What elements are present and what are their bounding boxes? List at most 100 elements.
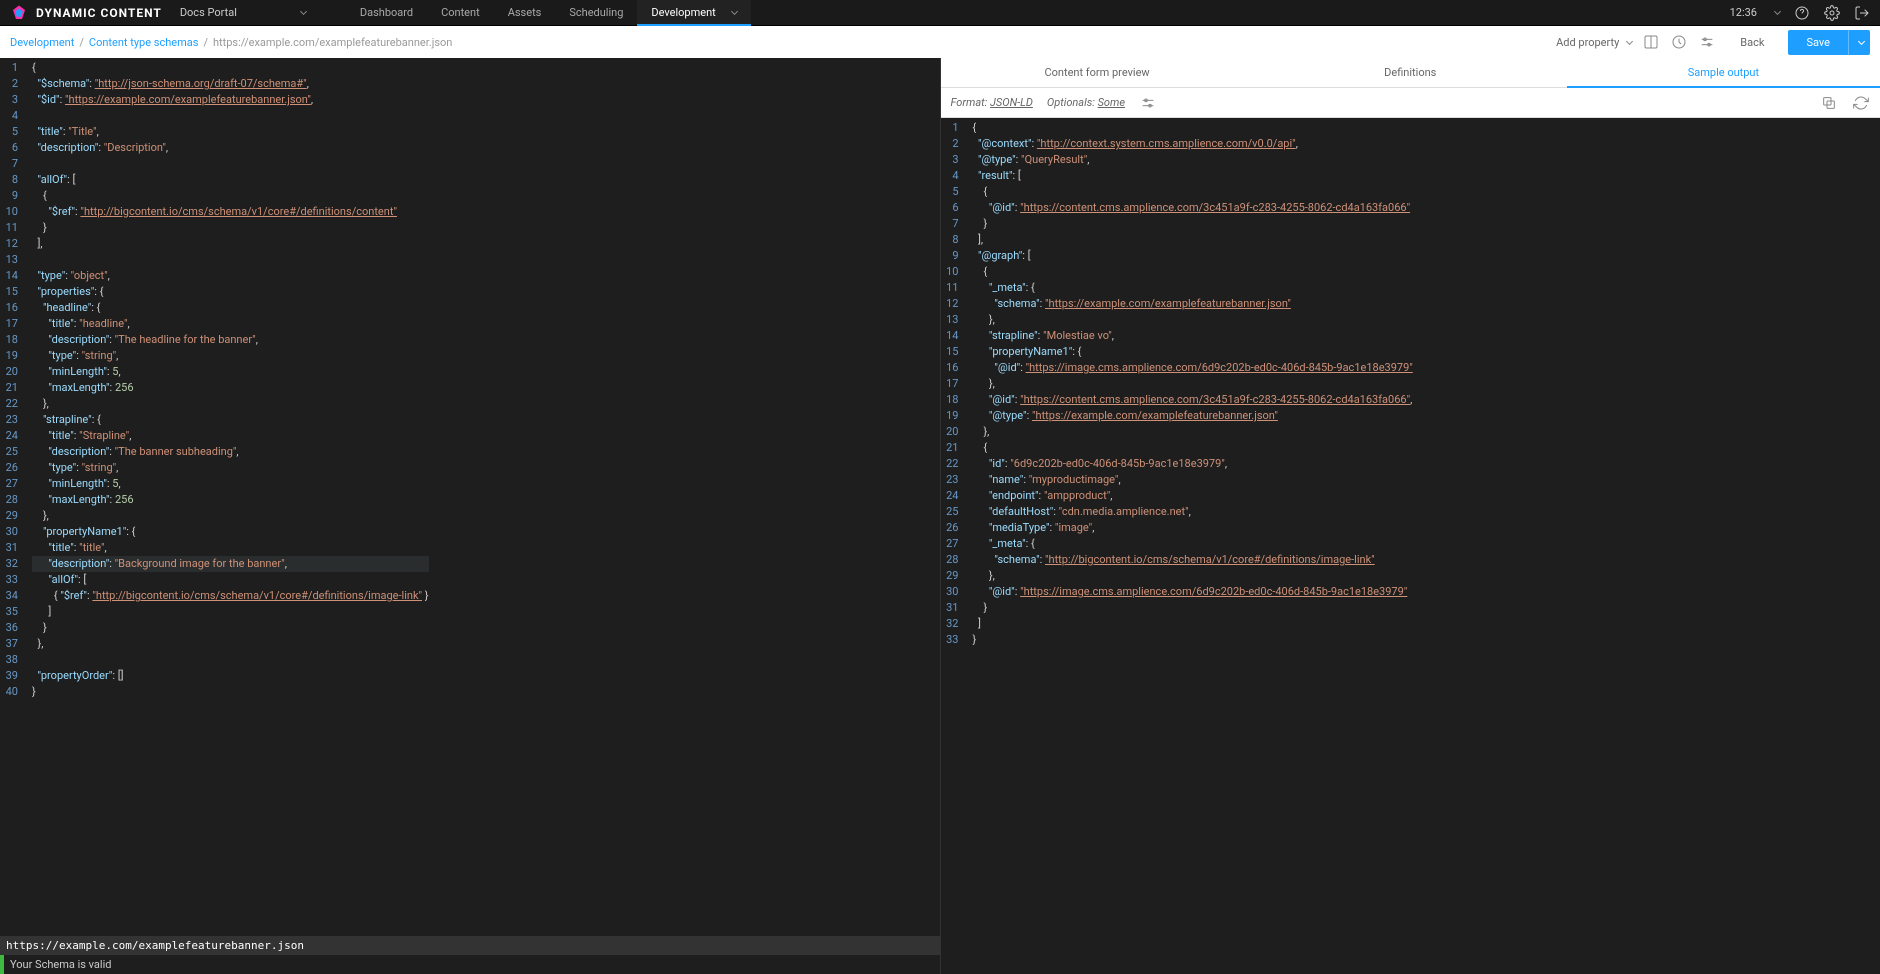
code-line[interactable]: }, bbox=[32, 508, 429, 524]
save-button[interactable]: Save bbox=[1788, 30, 1848, 55]
code-line[interactable]: "result": [ bbox=[973, 168, 1413, 184]
nav-tab-content[interactable]: Content bbox=[427, 0, 494, 26]
code-line[interactable]: "@id": "https://content.cms.amplience.co… bbox=[973, 392, 1413, 408]
code-line[interactable]: "description": "Description", bbox=[32, 140, 429, 156]
code-line[interactable]: { bbox=[973, 440, 1413, 456]
preview-tab[interactable]: Sample output bbox=[1567, 58, 1880, 88]
code-line[interactable]: "@graph": [ bbox=[973, 248, 1413, 264]
code-line[interactable]: } bbox=[973, 632, 1413, 648]
code-area[interactable]: { "$schema": "http://json-schema.org/dra… bbox=[26, 58, 429, 936]
code-line[interactable]: ] bbox=[32, 604, 429, 620]
code-line[interactable]: "type": "string", bbox=[32, 460, 429, 476]
code-line[interactable]: }, bbox=[973, 568, 1413, 584]
code-line[interactable]: "strapline": { bbox=[32, 412, 429, 428]
code-line[interactable]: "id": "6d9c202b-ed0c-406d-845b-9ac1e18e3… bbox=[973, 456, 1413, 472]
code-line[interactable]: "propertyName1": { bbox=[32, 524, 429, 540]
copy-icon[interactable] bbox=[1820, 94, 1838, 112]
preview-tab[interactable]: Definitions bbox=[1254, 58, 1567, 88]
code-line[interactable]: "type": "object", bbox=[32, 268, 429, 284]
code-line[interactable]: }, bbox=[32, 396, 429, 412]
gear-icon[interactable] bbox=[1824, 5, 1840, 21]
code-line[interactable]: } bbox=[32, 684, 429, 700]
code-line[interactable]: { "$ref": "http://bigcontent.io/cms/sche… bbox=[32, 588, 429, 604]
code-line[interactable]: "title": "Title", bbox=[32, 124, 429, 140]
sliders-icon[interactable] bbox=[1698, 33, 1716, 51]
output-editor[interactable]: 1234567891011121314151617181920212223242… bbox=[941, 118, 1880, 974]
code-line[interactable]: "propertyOrder": [] bbox=[32, 668, 429, 684]
code-line[interactable]: } bbox=[32, 620, 429, 636]
code-line[interactable]: }, bbox=[973, 312, 1413, 328]
code-line[interactable]: { bbox=[973, 184, 1413, 200]
code-line[interactable]: "description": "The headline for the ban… bbox=[32, 332, 429, 348]
code-line[interactable]: { bbox=[973, 264, 1413, 280]
code-line[interactable]: } bbox=[973, 600, 1413, 616]
code-line[interactable]: }, bbox=[973, 424, 1413, 440]
code-line[interactable] bbox=[32, 252, 429, 268]
code-line[interactable]: "title": "headline", bbox=[32, 316, 429, 332]
back-button[interactable]: Back bbox=[1726, 32, 1778, 53]
code-line[interactable]: "minLength": 5, bbox=[32, 476, 429, 492]
code-line[interactable]: "@id": "https://content.cms.amplience.co… bbox=[973, 200, 1413, 216]
schema-editor[interactable]: 1234567891011121314151617181920212223242… bbox=[0, 58, 940, 936]
logout-icon[interactable] bbox=[1854, 5, 1870, 21]
code-line[interactable]: }, bbox=[32, 636, 429, 652]
code-line[interactable]: "schema": "https://example.com/examplefe… bbox=[973, 296, 1413, 312]
nav-tab-dashboard[interactable]: Dashboard bbox=[346, 0, 427, 26]
code-line[interactable]: "description": "Background image for the… bbox=[32, 556, 429, 572]
code-line[interactable]: "endpoint": "ampproduct", bbox=[973, 488, 1413, 504]
help-icon[interactable] bbox=[1794, 5, 1810, 21]
code-line[interactable]: "_meta": { bbox=[973, 280, 1413, 296]
layout-icon[interactable] bbox=[1642, 33, 1660, 51]
code-line[interactable]: ] bbox=[973, 616, 1413, 632]
code-line[interactable]: "description": "The banner subheading", bbox=[32, 444, 429, 460]
save-dropdown[interactable] bbox=[1848, 30, 1870, 55]
code-line[interactable]: { bbox=[32, 188, 429, 204]
code-line[interactable]: "schema": "http://bigcontent.io/cms/sche… bbox=[973, 552, 1413, 568]
code-line[interactable]: "headline": { bbox=[32, 300, 429, 316]
code-line[interactable]: }, bbox=[973, 376, 1413, 392]
code-line[interactable]: { bbox=[973, 120, 1413, 136]
code-line[interactable]: "propertyName1": { bbox=[973, 344, 1413, 360]
code-line[interactable]: "$ref": "http://bigcontent.io/cms/schema… bbox=[32, 204, 429, 220]
code-line[interactable]: "@type": "QueryResult", bbox=[973, 152, 1413, 168]
sliders-icon[interactable] bbox=[1139, 94, 1157, 112]
add-property-dropdown[interactable]: Add property bbox=[1556, 36, 1632, 49]
code-line[interactable]: "minLength": 5, bbox=[32, 364, 429, 380]
code-area[interactable]: { "@context": "http://context.system.cms… bbox=[967, 118, 1413, 974]
code-line[interactable]: } bbox=[973, 216, 1413, 232]
code-line[interactable]: "maxLength": 256 bbox=[32, 492, 429, 508]
code-line[interactable] bbox=[32, 108, 429, 124]
code-line[interactable]: } bbox=[32, 220, 429, 236]
code-line[interactable]: { bbox=[32, 60, 429, 76]
code-line[interactable]: "allOf": [ bbox=[32, 572, 429, 588]
format-value[interactable]: JSON-LD bbox=[990, 96, 1033, 109]
code-line[interactable]: "_meta": { bbox=[973, 536, 1413, 552]
refresh-icon[interactable] bbox=[1852, 94, 1870, 112]
breadcrumb-link[interactable]: Development bbox=[10, 36, 74, 49]
nav-tab-scheduling[interactable]: Scheduling bbox=[555, 0, 637, 26]
code-line[interactable]: "@context": "http://context.system.cms.a… bbox=[973, 136, 1413, 152]
code-line[interactable]: "$schema": "http://json-schema.org/draft… bbox=[32, 76, 429, 92]
preview-tab[interactable]: Content form preview bbox=[941, 58, 1254, 88]
code-line[interactable]: "strapline": "Molestiae vo", bbox=[973, 328, 1413, 344]
code-line[interactable] bbox=[32, 652, 429, 668]
code-line[interactable]: "name": "myproductimage", bbox=[973, 472, 1413, 488]
code-line[interactable]: "defaultHost": "cdn.media.amplience.net"… bbox=[973, 504, 1413, 520]
nav-tab-assets[interactable]: Assets bbox=[494, 0, 556, 26]
code-line[interactable]: "@id": "https://image.cms.amplience.com/… bbox=[973, 584, 1413, 600]
code-line[interactable]: "type": "string", bbox=[32, 348, 429, 364]
breadcrumb-link[interactable]: Content type schemas bbox=[89, 36, 199, 49]
docs-portal-dropdown[interactable]: Docs Portal bbox=[180, 6, 306, 19]
code-line[interactable] bbox=[32, 156, 429, 172]
history-icon[interactable] bbox=[1670, 33, 1688, 51]
code-line[interactable]: "title": "title", bbox=[32, 540, 429, 556]
code-line[interactable]: "@type": "https://example.com/examplefea… bbox=[973, 408, 1413, 424]
optionals-value[interactable]: Some bbox=[1098, 96, 1125, 109]
code-line[interactable]: "title": "Strapline", bbox=[32, 428, 429, 444]
code-line[interactable]: "@id": "https://image.cms.amplience.com/… bbox=[973, 360, 1413, 376]
code-line[interactable]: "mediaType": "image", bbox=[973, 520, 1413, 536]
code-line[interactable]: "maxLength": 256 bbox=[32, 380, 429, 396]
code-line[interactable]: ], bbox=[973, 232, 1413, 248]
chevron-down-icon[interactable] bbox=[1774, 8, 1781, 15]
code-line[interactable]: "$id": "https://example.com/examplefeatu… bbox=[32, 92, 429, 108]
